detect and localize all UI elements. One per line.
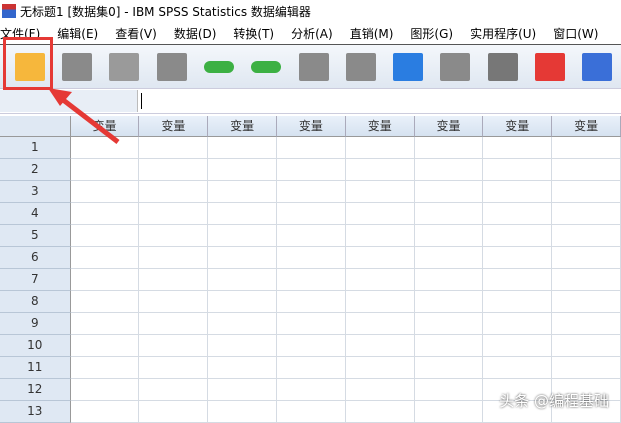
annotation-arrow [48,88,120,144]
watermark: 头条 @编程基础 [499,392,609,410]
